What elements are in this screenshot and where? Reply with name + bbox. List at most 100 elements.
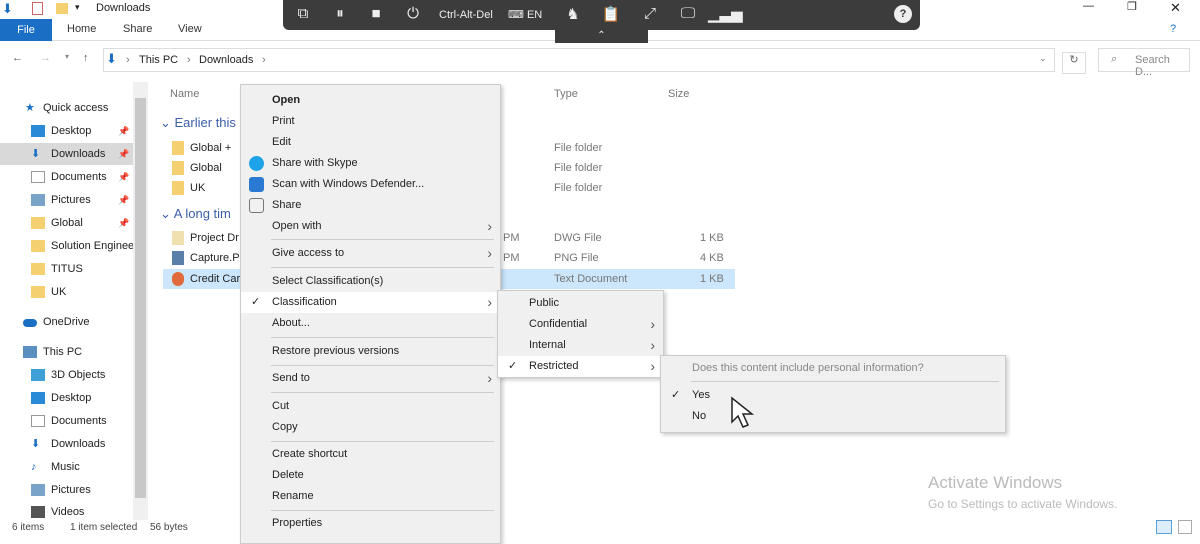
personal-info-yes[interactable]: ✓ Yes bbox=[661, 385, 1005, 406]
nav-quick-access[interactable]: ★ Quick access bbox=[0, 97, 133, 119]
nav-pc-desktop[interactable]: Desktop bbox=[0, 387, 133, 409]
up-button[interactable]: ↑ bbox=[83, 52, 89, 64]
credentials-icon[interactable]: ♞ bbox=[558, 5, 588, 23]
resize-icon[interactable]: ⤢ bbox=[635, 5, 665, 22]
folder-icon[interactable] bbox=[56, 3, 68, 14]
breadcrumb-this-pc[interactable]: This PC bbox=[139, 54, 178, 66]
properties-icon[interactable] bbox=[32, 2, 43, 15]
group-header[interactable]: ⌄ Earlier this bbox=[160, 113, 236, 133]
quick-access-dropdown[interactable]: ▾ bbox=[75, 2, 80, 13]
windows-icon[interactable]: ⧉ bbox=[288, 5, 318, 22]
breadcrumb-downloads[interactable]: Downloads bbox=[199, 54, 253, 66]
minimize-button[interactable]: — bbox=[1083, 0, 1094, 12]
nav-pc-downloads[interactable]: ⬇ Downloads bbox=[0, 433, 133, 455]
status-bar: 6 items 1 item selected 56 bytes bbox=[0, 520, 1200, 536]
menu-cut[interactable]: Cut bbox=[241, 396, 500, 417]
navigation-pane: ★ Quick access Desktop 📌 ⬇ Downloads 📌 Docum… bbox=[0, 82, 148, 522]
classification-internal[interactable]: Internal › bbox=[498, 335, 663, 356]
menu-send-to[interactable]: Send to › bbox=[241, 368, 500, 389]
power-button[interactable]: ⏻ bbox=[398, 5, 428, 22]
status-selected: 1 item selected bbox=[70, 522, 138, 533]
menu-share[interactable]: Share bbox=[241, 195, 500, 216]
classification-confidential[interactable]: Confidential › bbox=[498, 314, 663, 335]
menu-restore-versions[interactable]: Restore previous versions bbox=[241, 341, 500, 362]
file-date: PM bbox=[503, 232, 520, 244]
nav-global[interactable]: Global 📌 bbox=[0, 212, 133, 234]
classification-submenu: Public Confidential › Internal › ✓ Restrict… bbox=[497, 290, 664, 378]
file-row-selected[interactable]: Credit Car bbox=[172, 269, 240, 289]
nav-solution-engineering[interactable]: Solution Enginee bbox=[0, 235, 133, 257]
menu-print[interactable]: Print bbox=[241, 111, 500, 132]
nav-desktop[interactable]: Desktop 📌 bbox=[0, 120, 133, 142]
menu-edit[interactable]: Edit bbox=[241, 132, 500, 153]
file-type: Text Document bbox=[554, 273, 628, 285]
pause-button[interactable]: ⏸ bbox=[325, 5, 355, 22]
tab-home[interactable]: Home bbox=[67, 23, 96, 35]
maximize-button[interactable]: ❐ bbox=[1127, 0, 1137, 13]
classification-restricted[interactable]: ✓ Restricted › bbox=[498, 356, 663, 377]
refresh-button[interactable]: ↻ bbox=[1062, 52, 1086, 74]
personal-info-no[interactable]: No bbox=[661, 406, 1005, 427]
menu-about[interactable]: About... bbox=[241, 313, 500, 334]
keyboard-button[interactable]: ⌨ EN bbox=[508, 8, 542, 21]
nav-scrollbar-thumb[interactable] bbox=[135, 98, 146, 498]
nav-pc-documents[interactable]: Documents bbox=[0, 410, 133, 432]
skype-icon bbox=[249, 156, 264, 171]
clipboard-icon[interactable]: 📋 bbox=[596, 5, 626, 23]
large-icons-view-button[interactable] bbox=[1178, 520, 1192, 534]
tab-file[interactable]: File bbox=[0, 19, 52, 41]
file-row[interactable]: Global + bbox=[172, 138, 231, 158]
nav-pictures[interactable]: Pictures 📌 bbox=[0, 189, 133, 211]
group-header[interactable]: ⌄ A long tim bbox=[160, 204, 231, 224]
recent-dropdown[interactable]: ▾ bbox=[65, 52, 69, 61]
file-size: 1 KB bbox=[700, 232, 724, 244]
classification-public[interactable]: Public bbox=[498, 293, 663, 314]
stop-button[interactable]: ■ bbox=[361, 5, 391, 22]
search-input[interactable]: ⌕ Search D... bbox=[1098, 48, 1190, 78]
nav-this-pc[interactable]: This PC bbox=[0, 341, 133, 363]
column-name[interactable]: Name bbox=[170, 88, 199, 100]
menu-select-classification[interactable]: Select Classification(s) bbox=[241, 271, 500, 292]
menu-share-skype[interactable]: Share with Skype bbox=[241, 153, 500, 174]
column-type[interactable]: Type bbox=[554, 88, 578, 100]
menu-rename[interactable]: Rename bbox=[241, 486, 500, 507]
tab-share[interactable]: Share bbox=[123, 23, 152, 35]
nav-onedrive[interactable]: OneDrive bbox=[0, 311, 133, 333]
column-size[interactable]: Size bbox=[668, 88, 689, 100]
file-row[interactable]: Project Dr bbox=[172, 228, 239, 248]
signal-icon[interactable]: ▁▃▅ bbox=[708, 5, 743, 23]
menu-copy[interactable]: Copy bbox=[241, 417, 500, 438]
back-button[interactable]: ← bbox=[12, 52, 23, 64]
menu-scan-defender[interactable]: Scan with Windows Defender... bbox=[241, 174, 500, 195]
tab-view[interactable]: View bbox=[178, 23, 202, 35]
address-bar[interactable]: ⬇ › This PC › Downloads › ⌄ bbox=[103, 48, 1055, 72]
nav-pc-pictures[interactable]: Pictures bbox=[0, 479, 133, 501]
forward-button[interactable]: → bbox=[40, 52, 51, 64]
help-button[interactable]: ? bbox=[894, 5, 912, 23]
ctrl-alt-del-button[interactable]: Ctrl-Alt-Del bbox=[439, 9, 493, 21]
file-row[interactable]: Global bbox=[172, 158, 222, 178]
menu-classification[interactable]: ✓ Classification › bbox=[241, 292, 500, 313]
details-view-button[interactable] bbox=[1156, 520, 1172, 534]
menu-delete[interactable]: Delete bbox=[241, 465, 500, 486]
nav-3d-objects[interactable]: 3D Objects bbox=[0, 364, 133, 386]
monitor-icon[interactable]: 🖵 bbox=[673, 5, 703, 22]
nav-music[interactable]: ♪ Music bbox=[0, 456, 133, 478]
help-icon[interactable]: ? bbox=[1170, 23, 1176, 35]
file-row[interactable]: Capture.P bbox=[172, 248, 240, 268]
menu-open[interactable]: Open bbox=[241, 90, 500, 111]
nav-uk[interactable]: UK bbox=[0, 281, 133, 303]
address-dropdown[interactable]: ⌄ bbox=[1039, 53, 1047, 64]
nav-downloads[interactable]: ⬇ Downloads 📌 bbox=[0, 143, 133, 165]
menu-give-access[interactable]: Give access to › bbox=[241, 243, 500, 264]
nav-documents[interactable]: Documents 📌 bbox=[0, 166, 133, 188]
close-button[interactable]: ✕ bbox=[1170, 0, 1181, 16]
menu-create-shortcut[interactable]: Create shortcut bbox=[241, 444, 500, 465]
menu-open-with[interactable]: Open with › bbox=[241, 216, 500, 237]
nav-titus[interactable]: TITUS bbox=[0, 258, 133, 280]
collapse-toolbar-button[interactable]: ⌃ bbox=[555, 30, 648, 43]
download-icon: ⬇ bbox=[2, 1, 13, 16]
window-title: Downloads bbox=[96, 2, 151, 14]
file-size: 4 KB bbox=[700, 252, 724, 264]
file-row[interactable]: UK bbox=[172, 178, 205, 198]
